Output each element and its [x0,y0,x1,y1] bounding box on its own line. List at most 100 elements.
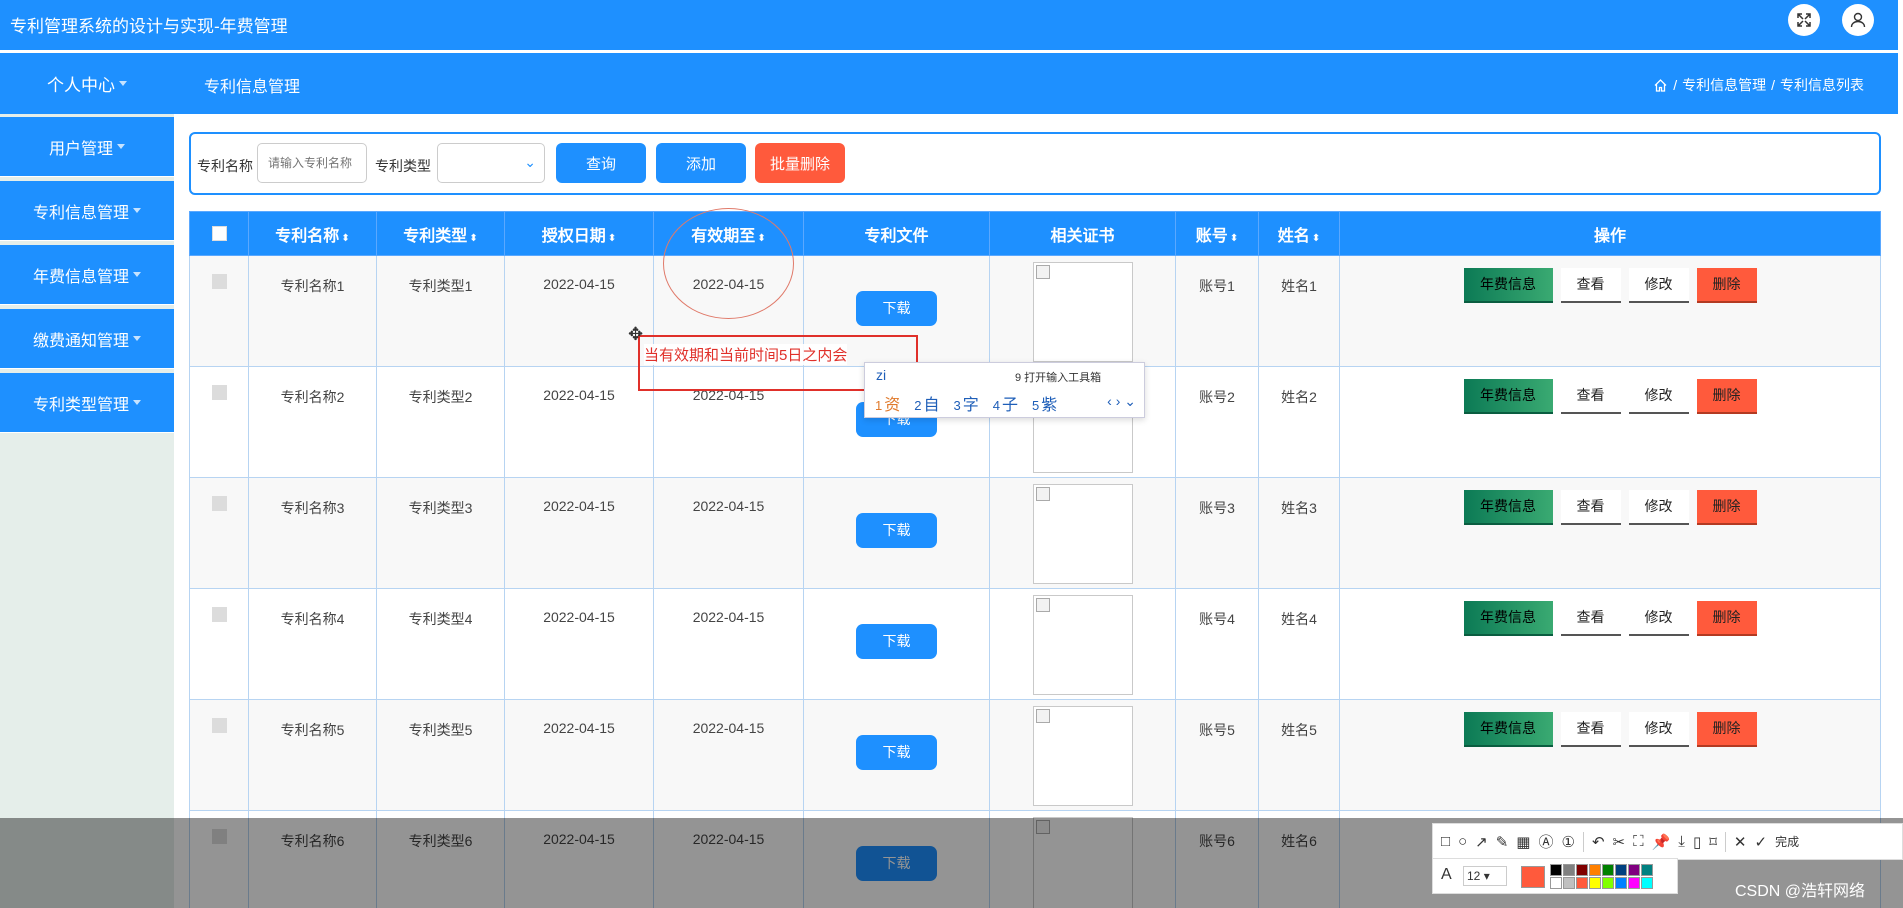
sidebar-item-annual-fees[interactable]: 年费信息管理 [0,245,174,305]
undo-icon[interactable]: ↶ [1592,833,1605,851]
delete-button[interactable]: 删除 [1696,712,1757,747]
row-checkbox[interactable] [211,385,227,400]
save-icon[interactable]: ⤓ [1678,833,1685,850]
batch-delete-button[interactable]: 批量删除 [755,143,845,183]
ocr-icon[interactable]: ✂ [1613,833,1626,851]
done-button[interactable]: 完成 [1775,833,1799,850]
color-swatch[interactable] [1615,877,1627,889]
row-checkbox[interactable] [211,496,227,511]
row-checkbox[interactable] [211,274,227,289]
annotation-text[interactable]: 当有效期和当前时间5日之内会 [644,344,848,365]
fee-info-button[interactable]: 年费信息 [1463,268,1553,303]
ime-candidate[interactable]: 5紫 [1032,391,1057,415]
current-color-swatch[interactable] [1521,866,1545,888]
download-button[interactable]: 下载 [856,291,937,326]
sidebar-item-payment-notices[interactable]: 缴费通知管理 [0,309,174,369]
color-swatch[interactable] [1641,864,1653,876]
delete-button[interactable]: 删除 [1696,379,1757,414]
add-button[interactable]: 添加 [656,143,746,183]
column-header[interactable]: 姓名 ⬍ [1258,211,1340,256]
fullscreen-button[interactable] [1788,4,1820,36]
view-button[interactable]: 查看 [1560,379,1621,414]
ime-toolbox-hint[interactable]: 9 打开输入工具箱 [1015,369,1101,385]
color-swatch[interactable] [1602,877,1614,889]
edit-button[interactable]: 修改 [1628,490,1689,525]
ellipse-tool-icon[interactable]: ○ [1458,833,1467,850]
view-button[interactable]: 查看 [1560,601,1621,636]
text-tool-icon[interactable]: Ⓐ [1538,831,1553,852]
sidebar-item-patents[interactable]: 专利信息管理 [0,181,174,241]
rectangle-tool-icon[interactable]: □ [1441,833,1450,850]
column-header[interactable]: 专利名称 ⬍ [248,211,377,256]
sort-icon: ⬍ [341,232,350,244]
breadcrumb-item: 专利信息列表 [1780,77,1864,93]
certificate-image[interactable] [1032,484,1133,584]
ime-candidate[interactable]: 2自 [914,391,939,415]
color-swatch[interactable] [1550,877,1562,889]
color-swatch[interactable] [1641,877,1653,889]
user-button[interactable] [1842,4,1874,36]
fee-info-button[interactable]: 年费信息 [1463,379,1553,414]
patent-name-input[interactable] [257,143,367,183]
fee-info-button[interactable]: 年费信息 [1463,712,1553,747]
color-swatch[interactable] [1615,864,1627,876]
color-swatch[interactable] [1563,877,1575,889]
color-swatch[interactable] [1576,877,1588,889]
pin-icon[interactable]: 📌 [1652,833,1671,851]
color-swatch[interactable] [1563,864,1575,876]
query-button[interactable]: 查询 [556,143,646,183]
ime-candidate[interactable]: 3字 [954,391,979,415]
close-icon[interactable]: ✕ [1734,833,1747,851]
mosaic-tool-icon[interactable]: ▦ [1516,833,1530,851]
download-button[interactable]: 下载 [856,513,937,548]
column-header[interactable]: 专利类型 ⬍ [376,211,505,256]
color-swatch[interactable] [1628,864,1640,876]
ime-page-nav-icon[interactable]: ‹ › ⌄ [1107,393,1136,410]
edit-button[interactable]: 修改 [1628,379,1689,414]
delete-button[interactable]: 删除 [1696,268,1757,303]
edit-button[interactable]: 修改 [1628,268,1689,303]
column-header[interactable]: 账号 ⬍ [1175,211,1259,256]
home-icon[interactable] [1653,78,1668,93]
row-checkbox[interactable] [211,718,227,733]
sidebar-item-patent-types[interactable]: 专利类型管理 [0,373,174,433]
delete-button[interactable]: 删除 [1696,601,1757,636]
column-header[interactable]: 授权日期 ⬍ [504,211,654,256]
color-swatch[interactable] [1602,864,1614,876]
color-swatch[interactable] [1576,864,1588,876]
fee-info-button[interactable]: 年费信息 [1463,601,1553,636]
certificate-image[interactable] [1032,595,1133,695]
patent-type-select[interactable]: ⌄ [437,143,545,183]
pen-tool-icon[interactable]: ✎ [1496,833,1509,851]
font-size-select[interactable]: 12 ▾ [1463,866,1507,886]
arrow-tool-icon[interactable]: ↗ [1475,833,1488,851]
sidebar-item-users[interactable]: 用户管理 [0,117,174,177]
device-icon[interactable]: ▯ [1693,833,1701,851]
select-all-checkbox[interactable] [211,225,227,241]
ime-candidate[interactable]: 4子 [993,391,1018,415]
check-icon[interactable]: ✓ [1754,833,1767,851]
certificate-image[interactable] [1032,706,1133,806]
edit-button[interactable]: 修改 [1628,712,1689,747]
fee-info-button[interactable]: 年费信息 [1463,490,1553,525]
delete-button[interactable]: 删除 [1696,490,1757,525]
color-swatch[interactable] [1589,877,1601,889]
bookmark-icon[interactable]: ⌑ [1709,833,1717,851]
edit-button[interactable]: 修改 [1628,601,1689,636]
translate-icon[interactable]: ⛶ [1633,833,1644,850]
annotation-ellipse[interactable] [663,208,794,319]
color-swatch[interactable] [1589,864,1601,876]
certificate-image[interactable] [1032,262,1133,362]
view-button[interactable]: 查看 [1560,268,1621,303]
download-button[interactable]: 下载 [856,735,937,770]
download-button[interactable]: 下载 [856,624,937,659]
number-tool-icon[interactable]: ① [1561,833,1574,851]
color-swatch[interactable] [1550,864,1562,876]
breadcrumb-item[interactable]: 专利信息管理 [1682,75,1766,95]
color-swatch[interactable] [1628,877,1640,889]
view-button[interactable]: 查看 [1560,490,1621,525]
row-checkbox[interactable] [211,607,227,622]
view-button[interactable]: 查看 [1560,712,1621,747]
ime-candidate[interactable]: 1资 [875,391,900,415]
personal-center-menu[interactable]: 个人中心 [0,53,174,114]
